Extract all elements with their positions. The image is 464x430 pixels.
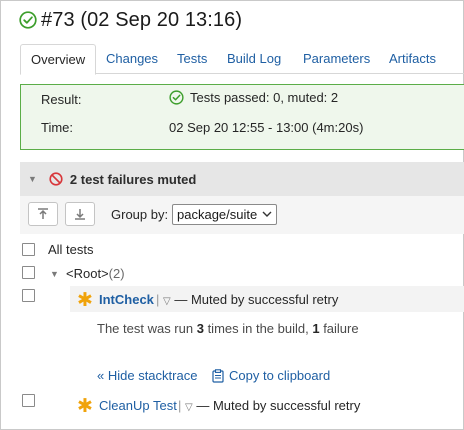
result-text: Tests passed: 0, muted: 2 xyxy=(190,90,339,105)
root-node[interactable]: <Root>(2) xyxy=(66,266,125,281)
collapse-all-button[interactable] xyxy=(28,202,58,226)
group-by-select[interactable]: package/suite xyxy=(172,204,277,225)
run-count: 3 xyxy=(196,321,204,336)
arrow-up-to-line-icon xyxy=(38,208,48,219)
test-status: — Muted by successful retry xyxy=(196,398,361,413)
test-actions: | ▽ — Muted by successful retry xyxy=(156,292,338,307)
result-label: Result: xyxy=(41,92,82,107)
asterisk-muted-icon: ✱ xyxy=(77,396,93,417)
time-label: Time: xyxy=(41,120,74,135)
dropdown-triangle-icon[interactable]: ▽ xyxy=(163,296,171,307)
muted-circle-icon xyxy=(49,172,63,186)
failures-toolbar: Group by: package/suite xyxy=(20,196,464,234)
test-actions: | ▽ — Muted by successful retry xyxy=(178,398,360,413)
failure-count: 1 xyxy=(312,321,320,336)
collapse-caret-icon[interactable]: ▼ xyxy=(28,174,37,184)
build-summary: Result: Tests passed: 0, muted: 2 Time: … xyxy=(20,84,464,150)
root-checkbox[interactable] xyxy=(22,266,35,279)
muted-failures-heading: 2 test failures muted xyxy=(69,171,197,187)
tab-tests[interactable]: Tests xyxy=(177,44,207,74)
tab-artifacts[interactable]: Artifacts xyxy=(389,44,436,74)
chevron-down-icon xyxy=(262,211,272,217)
test-name-cleanup[interactable]: CleanUp Test xyxy=(99,398,177,413)
separator: | xyxy=(156,292,160,307)
tab-changes[interactable]: Changes xyxy=(106,44,158,74)
group-by-value: package/suite xyxy=(177,207,258,222)
hide-stacktrace-label: « Hide stacktrace xyxy=(97,368,198,383)
tab-parameters[interactable]: Parameters xyxy=(303,44,370,74)
page-title: #73 (02 Sep 20 13:16) xyxy=(41,8,243,31)
run-info-text: The test was run xyxy=(97,321,197,336)
time-value: 02 Sep 20 12:55 - 13:00 (4m:20s) xyxy=(169,120,364,135)
all-tests-checkbox[interactable] xyxy=(22,243,35,256)
test-status: — Muted by successful retry xyxy=(174,292,339,307)
arrow-down-to-line-icon xyxy=(75,209,85,220)
clipboard-icon xyxy=(212,368,224,383)
root-count: (2) xyxy=(108,266,125,281)
tab-build-log[interactable]: Build Log xyxy=(227,44,281,74)
root-label: <Root> xyxy=(66,266,109,281)
test-checkbox[interactable] xyxy=(22,394,35,407)
expand-all-button[interactable] xyxy=(65,202,95,226)
hide-stacktrace-link[interactable]: « Hide stacktrace xyxy=(97,368,197,383)
all-tests-label: All tests xyxy=(48,242,94,257)
result-value: Tests passed: 0, muted: 2 xyxy=(169,90,338,105)
test-name-intcheck[interactable]: IntCheck xyxy=(99,292,154,307)
asterisk-muted-icon: ✱ xyxy=(77,290,93,311)
dropdown-triangle-icon[interactable]: ▽ xyxy=(185,402,193,413)
check-circle-icon xyxy=(169,90,184,105)
group-by-label: Group by: xyxy=(111,207,169,222)
separator: | xyxy=(178,398,182,413)
run-info-text: failure xyxy=(319,321,359,336)
copy-clipboard-link[interactable]: Copy to clipboard xyxy=(212,368,330,383)
copy-clipboard-label: Copy to clipboard xyxy=(229,368,331,383)
check-circle-icon xyxy=(19,11,37,29)
tab-bar: Overview Changes Tests Build Log Paramet… xyxy=(20,44,464,75)
expand-caret-icon[interactable]: ▼ xyxy=(50,269,59,279)
test-checkbox[interactable] xyxy=(22,289,35,302)
build-title: #73 (02 Sep 20 13:16) xyxy=(19,8,242,32)
test-run-info: The test was run 3 times in the build, 1… xyxy=(97,321,359,336)
tab-overview[interactable]: Overview xyxy=(20,44,97,75)
run-info-text: times in the build, xyxy=(203,321,313,336)
muted-failures-header[interactable]: ▼ 2 test failures muted xyxy=(20,162,464,196)
